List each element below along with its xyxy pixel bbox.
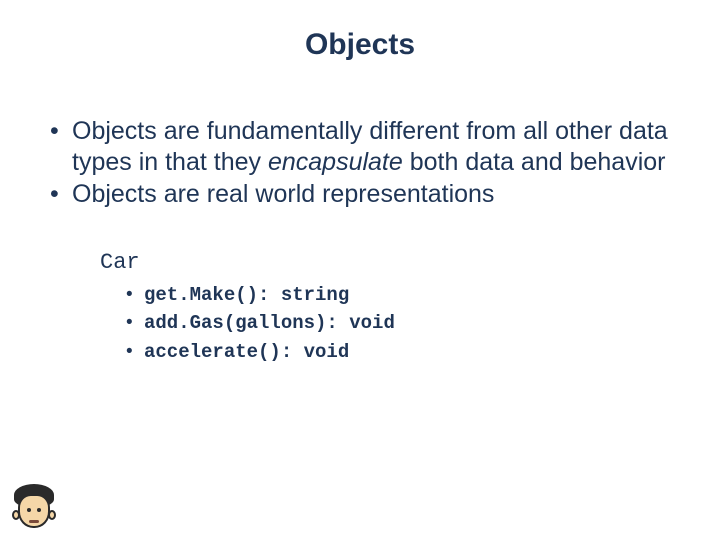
bullet-text: Objects are real world representations [72,180,494,208]
bullet-text-post: both data and behavior [403,148,666,176]
bottom-arc-white [270,435,720,540]
bullet-list: Objects are fundamentally different from… [50,116,670,210]
slide: Objects Objects are fundamentally differ… [0,0,720,540]
method-item: accelerate(): void [126,338,670,367]
method-item: get.Make(): string [126,281,670,310]
bullet-item: Objects are fundamentally different from… [50,116,670,177]
slide-content: Objects are fundamentally different from… [50,116,670,366]
slide-title: Objects [0,28,720,62]
top-arc-white [0,0,500,130]
method-item: add.Gas(gallons): void [126,309,670,338]
example-class-name: Car [100,250,670,275]
method-list: get.Make(): string add.Gas(gallons): voi… [126,281,670,367]
bullet-item: Objects are real world representations [50,179,670,210]
avatar-icon [8,482,60,536]
example-block: Car get.Make(): string add.Gas(gallons):… [100,250,670,367]
bullet-text-em: encapsulate [268,148,403,176]
